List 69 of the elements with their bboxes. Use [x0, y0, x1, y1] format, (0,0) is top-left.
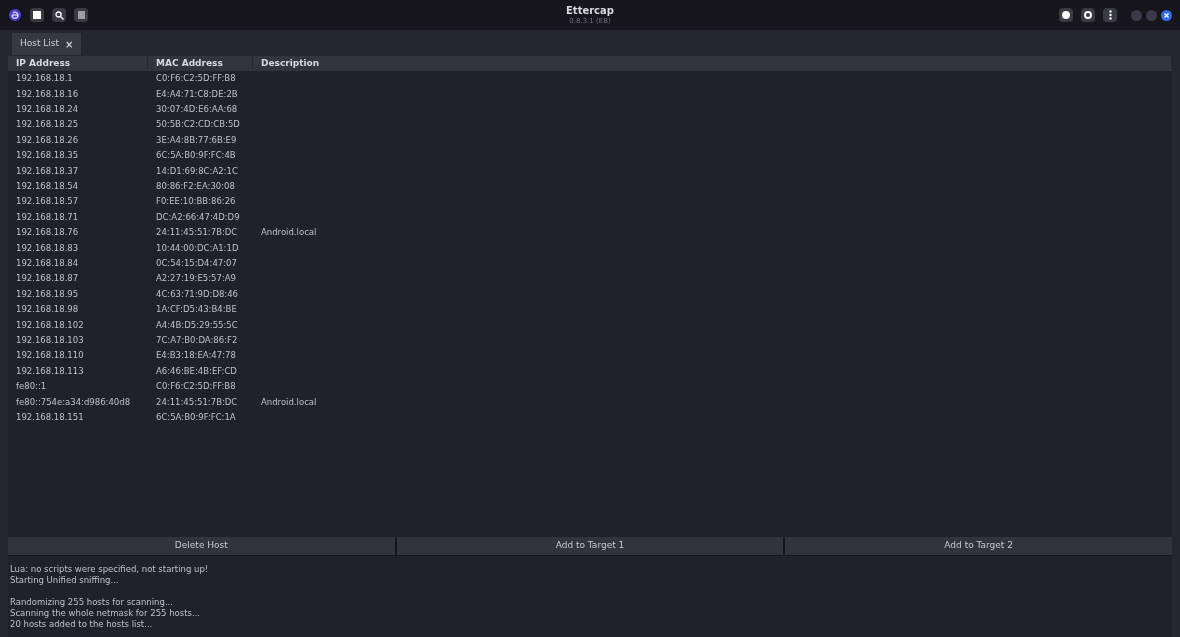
mac-address-cell: C0:F6:C2:5D:FF:B8: [156, 73, 236, 84]
log-line: Starting Unified sniffing...: [10, 575, 120, 586]
search-icon[interactable]: [52, 8, 66, 22]
ip-address-cell: fe80::754e:a34:d986:40d8: [16, 396, 131, 407]
ip-address-cell: fe80::1: [16, 381, 47, 392]
mac-address-cell: A6:46:BE:4B:EF:CD: [156, 365, 237, 376]
ip-address-cell: 192.168.18.95: [16, 288, 79, 299]
mac-address-cell: 7C:A7:B0:DA:86:F2: [156, 334, 238, 345]
mac-address-cell: 4C:63:71:9D:D8:46: [156, 288, 239, 299]
mac-address-cell: 6C:5A:B0:9F:FC:4B: [156, 150, 236, 161]
log-line: Randomizing 255 hosts for scanning...: [10, 597, 174, 608]
mac-address-cell: C0:F6:C2:5D:FF:B8: [156, 381, 236, 392]
column-header[interactable]: IP Address: [16, 57, 71, 68]
ip-address-cell: 192.168.18.76: [16, 227, 79, 238]
mac-address-cell: 6C:5A:B0:9F:FC:1A: [156, 411, 236, 422]
mac-address-cell: A4:4B:D5:29:55:5C: [156, 319, 238, 330]
action-button[interactable]: Add to Target 1: [396, 537, 784, 555]
log-line: Lua: no scripts were specified, not starting up!: [10, 564, 210, 575]
column-header[interactable]: Description: [261, 57, 320, 68]
mac-address-cell: 1A:CF:D5:43:B4:BE: [156, 304, 237, 315]
mac-address-cell: 80:86:F2:EA:30:08: [156, 181, 235, 192]
log-line: 20 hosts added to the hosts list...: [10, 619, 154, 630]
close-tab-icon[interactable]: ×: [65, 36, 74, 52]
description-cell: Android.local: [261, 227, 317, 238]
ip-address-cell: 192.168.18.151: [16, 411, 84, 422]
ip-address-cell: 192.168.18.102: [16, 319, 84, 330]
host-list-tab[interactable]: Host List ×: [12, 33, 82, 55]
ip-address-cell: 192.168.18.26: [16, 134, 79, 145]
action-button[interactable]: Delete Host: [8, 537, 395, 555]
list-icon[interactable]: [74, 8, 88, 22]
stop-icon[interactable]: [30, 8, 44, 22]
action-button[interactable]: Add to Target 2: [785, 537, 1172, 555]
log-line: Scanning the whole netmask for 255 hosts...: [10, 608, 202, 619]
mac-address-cell: 30:07:4D:E6:AA:68: [156, 104, 238, 115]
mac-address-cell: E4:B3:18:EA:47:78: [156, 350, 236, 361]
ip-address-cell: 192.168.18.87: [16, 273, 79, 284]
mac-address-cell: E4:A4:71:C8:DE:2B: [156, 88, 238, 99]
mac-address-cell: 50:5B:C2:CD:CB:5D: [156, 119, 240, 130]
description-cell: Android.local: [261, 396, 317, 407]
app-logo-icon: [8, 8, 22, 22]
ip-address-cell: 192.168.18.84: [16, 258, 79, 268]
mac-address-cell: 24:11:45:51:7B:DC: [156, 396, 238, 407]
more-icon[interactable]: [1103, 8, 1117, 22]
record-icon[interactable]: [1081, 8, 1095, 22]
mac-address-cell: 14:D1:69:8C:A2:1C: [156, 165, 238, 176]
ip-address-cell: 192.168.18.1: [16, 73, 73, 84]
ip-address-cell: 192.168.18.71: [16, 211, 79, 222]
ip-address-cell: 192.168.18.24: [16, 104, 79, 115]
mac-address-cell: A2:27:19:E5:57:A9: [156, 273, 236, 284]
mac-address-cell: 24:11:45:51:7B:DC: [156, 227, 238, 238]
mac-address-cell: 3E:A4:8B:77:6B:E9: [156, 134, 237, 145]
ip-address-cell: 192.168.18.113: [16, 365, 84, 376]
ip-address-cell: 192.168.18.16: [16, 88, 79, 99]
ip-address-cell: 192.168.18.35: [16, 150, 79, 161]
ip-address-cell: 192.168.18.98: [16, 304, 79, 315]
window-title: Ettercap: [566, 5, 614, 16]
mac-address-cell: F0:EE:10:BB:86:26: [156, 196, 236, 207]
ip-address-cell: 192.168.18.110: [16, 350, 84, 361]
ip-address-cell: 192.168.18.57: [16, 196, 79, 207]
mac-address-cell: 0C:54:15:D4:47:07: [156, 258, 237, 268]
ip-address-cell: 192.168.18.37: [16, 165, 79, 176]
close-icon[interactable]: [1161, 9, 1172, 21]
ip-address-cell: 192.168.18.103: [16, 334, 84, 345]
ip-address-cell: 192.168.18.25: [16, 119, 79, 130]
ip-address-cell: 192.168.18.83: [16, 242, 79, 253]
column-header[interactable]: MAC Address: [156, 57, 223, 68]
mac-address-cell: DC:A2:66:47:4D:D9: [156, 211, 240, 222]
ip-address-cell: 192.168.18.54: [16, 181, 79, 192]
mac-address-cell: 10:44:00:DC:A1:1D: [156, 242, 239, 253]
